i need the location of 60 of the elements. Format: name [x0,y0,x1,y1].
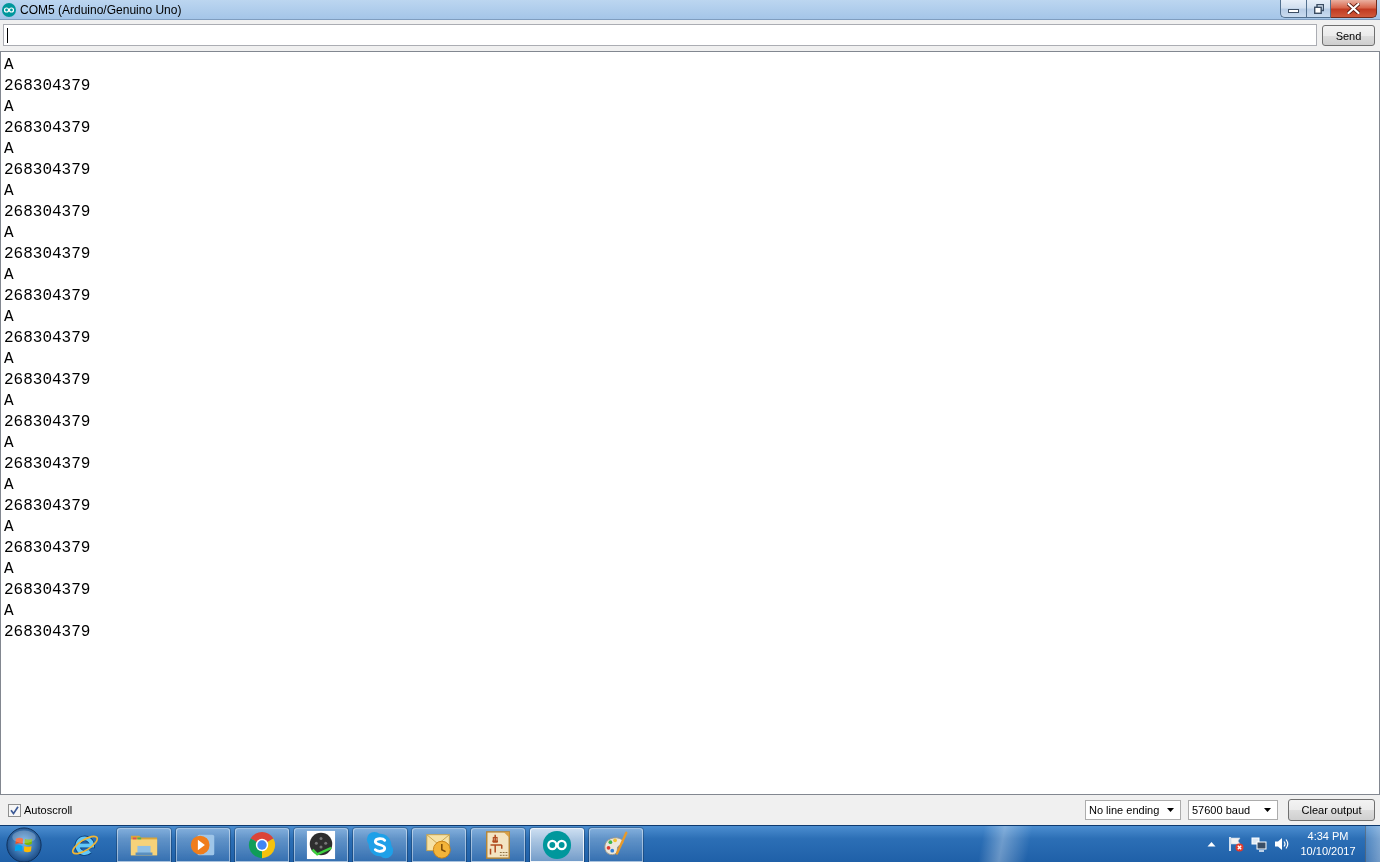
up-arrow-icon[interactable] [1207,841,1216,847]
restore-icon [1313,3,1324,14]
output-line: A [4,391,14,412]
disc-with-checkmark-icon [306,830,336,860]
caret-icon [1264,808,1271,812]
output-line: 268304379 [4,622,91,643]
start-button[interactable] [6,827,42,862]
window-title: COM5 (Arduino/Genuino Uno) [20,2,182,17]
output-line: A [4,97,14,118]
restore-button[interactable] [1306,0,1331,18]
output-line: 268304379 [4,580,91,601]
output-line: A [4,265,14,286]
taskbar-button[interactable] [294,828,348,862]
output-line: A [4,601,14,622]
close-icon [1347,3,1360,14]
minimize-icon [1288,9,1299,13]
close-button[interactable] [1331,0,1377,18]
infinity-icon [2,2,16,17]
output-line: A [4,475,14,496]
output-line: A [4,559,14,580]
output-line: A [4,307,14,328]
clear-output-button[interactable]: Clear output [1288,799,1375,821]
line-ending-dropdown[interactable]: No line ending [1085,800,1181,820]
output-line: A [4,181,14,202]
speaker-icon[interactable] [1274,836,1290,852]
output-line: 268304379 [4,160,91,181]
send-button[interactable]: Send [1322,25,1375,46]
autoscroll-label: Autoscroll [24,804,73,816]
network-icon[interactable] [1251,836,1267,852]
show-desktop-button[interactable] [1365,826,1380,862]
minimize-button[interactable] [1280,0,1306,18]
clock-date[interactable]: 10/10/2017 [1300,844,1356,859]
output-line: 268304379 [4,496,91,517]
output-line: 268304379 [4,244,91,265]
output-line: A [4,223,14,244]
segmented-circle-icon [247,830,277,860]
output-line: 268304379 [4,412,91,433]
output-line: A [4,349,14,370]
clock-time[interactable]: 4:34 PM [1307,829,1349,844]
output-line: 268304379 [4,328,91,349]
flag-orb-icon [6,827,42,862]
output-line: A [4,139,14,160]
flag-with-x-icon[interactable] [1228,836,1244,852]
output-line: 268304379 [4,118,91,139]
caret-icon [1167,808,1174,812]
circuit-schematic-icon [483,830,513,860]
output-line: 268304379 [4,76,91,97]
output-line: 268304379 [4,454,91,475]
s-logo-icon [365,830,395,860]
output-line: 268304379 [4,286,91,307]
output-line: 268304379 [4,202,91,223]
output-line: A [4,517,14,538]
output-line: 268304379 [4,538,91,559]
autoscroll-checkbox[interactable] [8,803,21,817]
output-line: 268304379 [4,370,91,391]
message-input-field[interactable] [3,24,1317,46]
baud-rate-dropdown[interactable]: 57600 baud [1188,800,1278,820]
output-line: A [4,55,14,76]
infinity-icon [542,830,572,860]
output-line: A [4,433,14,454]
